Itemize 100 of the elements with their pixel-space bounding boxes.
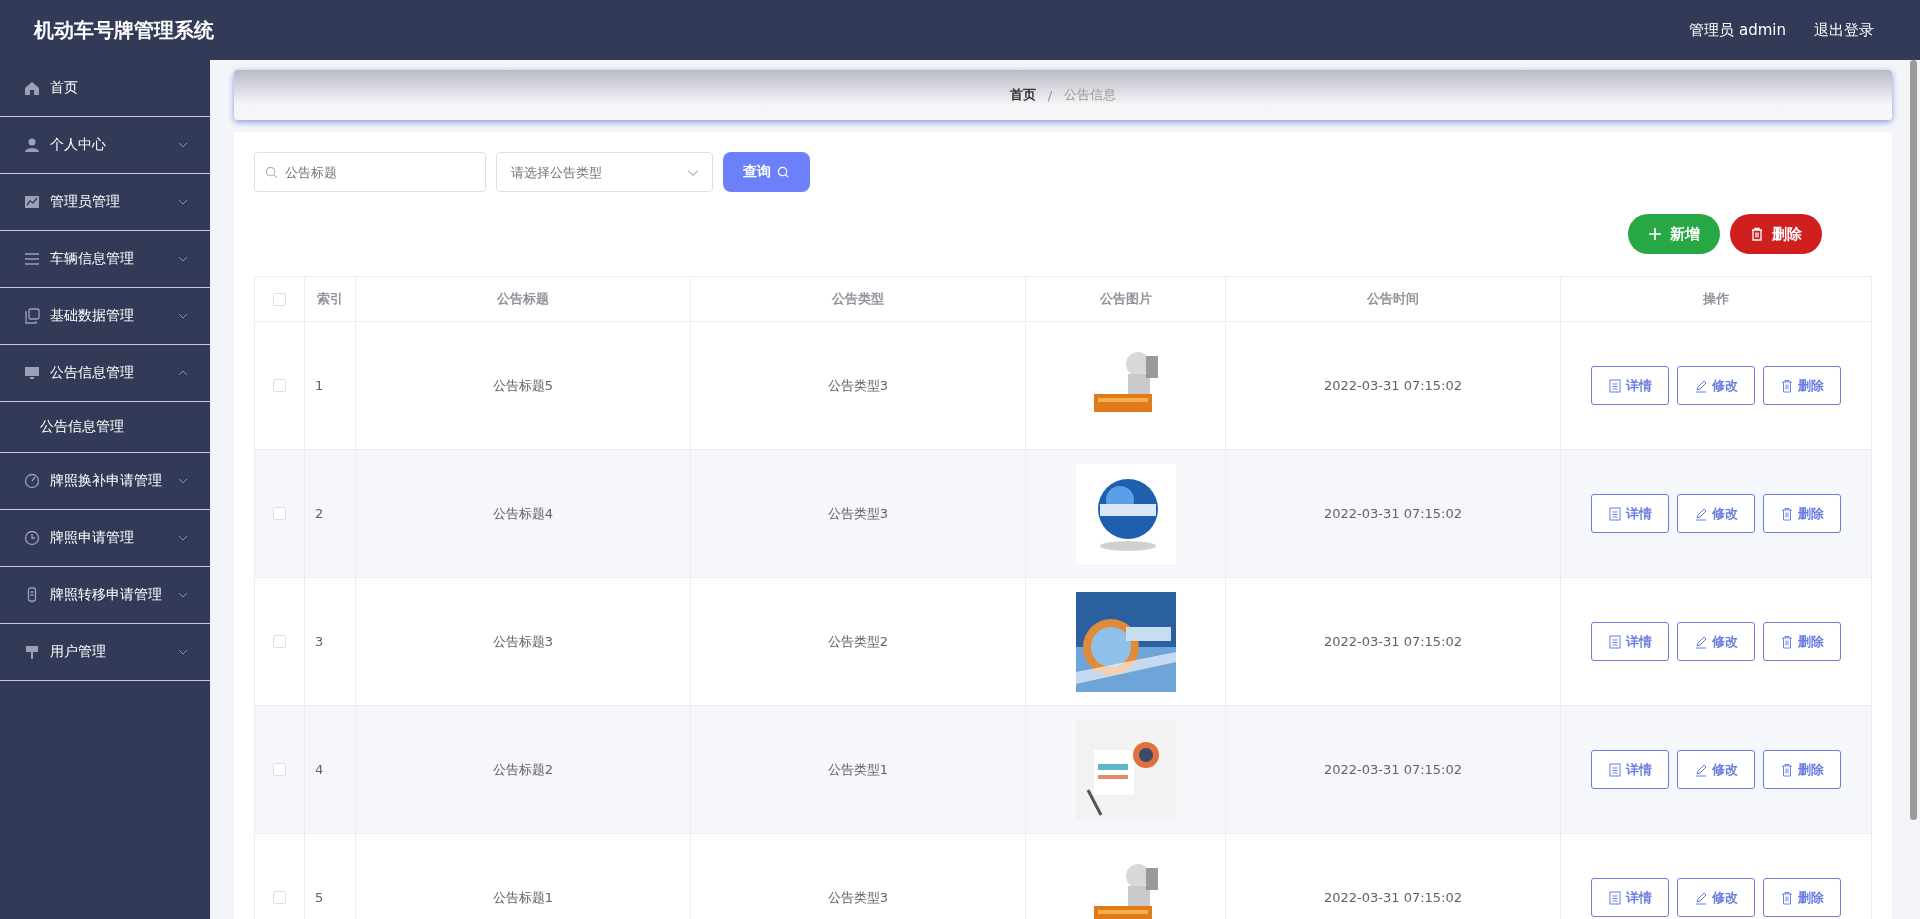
row-checkbox[interactable] [273,635,286,648]
pencil-icon [1694,890,1707,905]
user-label: 管理员 admin [1689,20,1786,40]
table-cell: 4 [305,706,356,833]
column-header: 索引 [305,277,356,321]
details-button[interactable]: 详情 [1591,878,1669,917]
sign-icon [24,644,40,660]
sidebar-item[interactable]: 基础数据管理 [0,288,210,345]
select-all-checkbox[interactable] [273,292,286,306]
table-cell: 2022-03-31 07:15:02 [1226,834,1561,919]
edit-button[interactable]: 修改 [1677,750,1755,789]
document-icon [1608,506,1621,521]
column-header: 公告标题 [356,277,691,321]
sidebar-subitem[interactable]: 公告信息管理 [0,402,210,452]
table-cell: 2022-03-31 07:15:02 [1226,578,1561,705]
delete-button[interactable]: 删除 [1730,214,1822,254]
sidebar-item[interactable]: 牌照换补申请管理 [0,453,210,510]
monitor-icon [24,365,40,381]
table-cell: 公告标题1 [356,834,691,919]
search-icon [265,166,278,179]
user-icon [24,137,40,153]
table-cell: 1 [305,322,356,449]
chevron-down-icon [687,169,699,177]
document-icon [1608,634,1621,649]
sidebar-item[interactable]: 牌照转移申请管理 [0,567,210,624]
chevron-down-icon [178,313,188,319]
chevron-down-icon [178,478,188,484]
clock-icon [24,530,40,546]
title-search-field[interactable]: 公告标题 [254,152,486,192]
column-header: 公告图片 [1026,277,1226,321]
table-cell: 公告标题4 [356,450,691,577]
table-cell: 5 [305,834,356,919]
delete-button[interactable]: 删除 [1763,878,1841,917]
column-header: 公告时间 [1226,277,1561,321]
pencil-icon [1694,378,1707,393]
query-button[interactable]: 查询 [723,152,810,192]
sidebar-item[interactable]: 牌照申请管理 [0,510,210,567]
delete-button[interactable]: 删除 [1763,622,1841,661]
chevron-down-icon [178,199,188,205]
row-checkbox[interactable] [273,507,286,520]
home-icon [24,80,40,96]
scrollbar[interactable] [1910,60,1917,820]
sidebar-item[interactable]: 管理员管理 [0,174,210,231]
breadcrumb-link[interactable]: 公告信息 [1064,86,1117,104]
delete-button[interactable]: 删除 [1763,750,1841,789]
table-cell: 公告类型3 [691,322,1026,449]
table-cell: 公告标题2 [356,706,691,833]
table-cell: 公告类型1 [691,706,1026,833]
sidebar-item[interactable]: 用户管理 [0,624,210,681]
table-cell: 2022-03-31 07:15:02 [1226,450,1561,577]
trash-icon [1780,378,1793,393]
chevron-down-icon [178,256,188,262]
edit-button[interactable]: 修改 [1677,494,1755,533]
breadcrumb-separator: / [1047,87,1053,103]
table-cell: 3 [305,578,356,705]
breadcrumb-link[interactable]: 首页 [1009,86,1036,104]
pencil-icon [1694,506,1707,521]
add-button[interactable]: 新增 [1628,214,1720,254]
sidebar-item[interactable]: 车辆信息管理 [0,231,210,288]
chevron-up-icon [178,370,188,376]
row-checkbox[interactable] [273,763,286,776]
sidebar-item[interactable]: 个人中心 [0,117,210,174]
table-cell: 公告类型2 [691,578,1026,705]
details-button[interactable]: 详情 [1591,366,1669,405]
edit-button[interactable]: 修改 [1677,878,1755,917]
delete-button[interactable]: 删除 [1763,494,1841,533]
pencil-icon [1694,762,1707,777]
table-cell: 公告类型3 [691,450,1026,577]
plus-icon [1648,227,1662,241]
table-cell: 公告标题5 [356,322,691,449]
type-select[interactable]: 请选择公告类型 [496,152,713,192]
details-button[interactable]: 详情 [1591,750,1669,789]
table-cell: 2022-03-31 07:15:02 [1226,706,1561,833]
delete-button[interactable]: 删除 [1763,366,1841,405]
column-header: 公告类型 [691,277,1026,321]
chevron-down-icon [178,535,188,541]
logout-link[interactable]: 退出登录 [1814,20,1874,40]
list-icon [24,251,40,267]
trash-icon [1780,890,1793,905]
chevron-down-icon [178,649,188,655]
table-cell: 公告类型3 [691,834,1026,919]
row-checkbox[interactable] [273,891,286,904]
document-icon [1608,378,1621,393]
column-header: 操作 [1702,290,1730,308]
sidebar-item[interactable]: 首页 [0,60,210,117]
details-button[interactable]: 详情 [1591,622,1669,661]
trash-icon [1780,506,1793,521]
trash-icon [1780,762,1793,777]
pencil-icon [1694,634,1707,649]
sidebar-item[interactable]: 公告信息管理 [0,345,210,402]
row-checkbox[interactable] [273,379,286,392]
chevron-down-icon [178,592,188,598]
document-icon [1608,762,1621,777]
copy-icon [24,308,40,324]
document-icon [1608,890,1621,905]
gauge-icon [24,473,40,489]
trash-icon [1780,634,1793,649]
edit-button[interactable]: 修改 [1677,622,1755,661]
edit-button[interactable]: 修改 [1677,366,1755,405]
details-button[interactable]: 详情 [1591,494,1669,533]
